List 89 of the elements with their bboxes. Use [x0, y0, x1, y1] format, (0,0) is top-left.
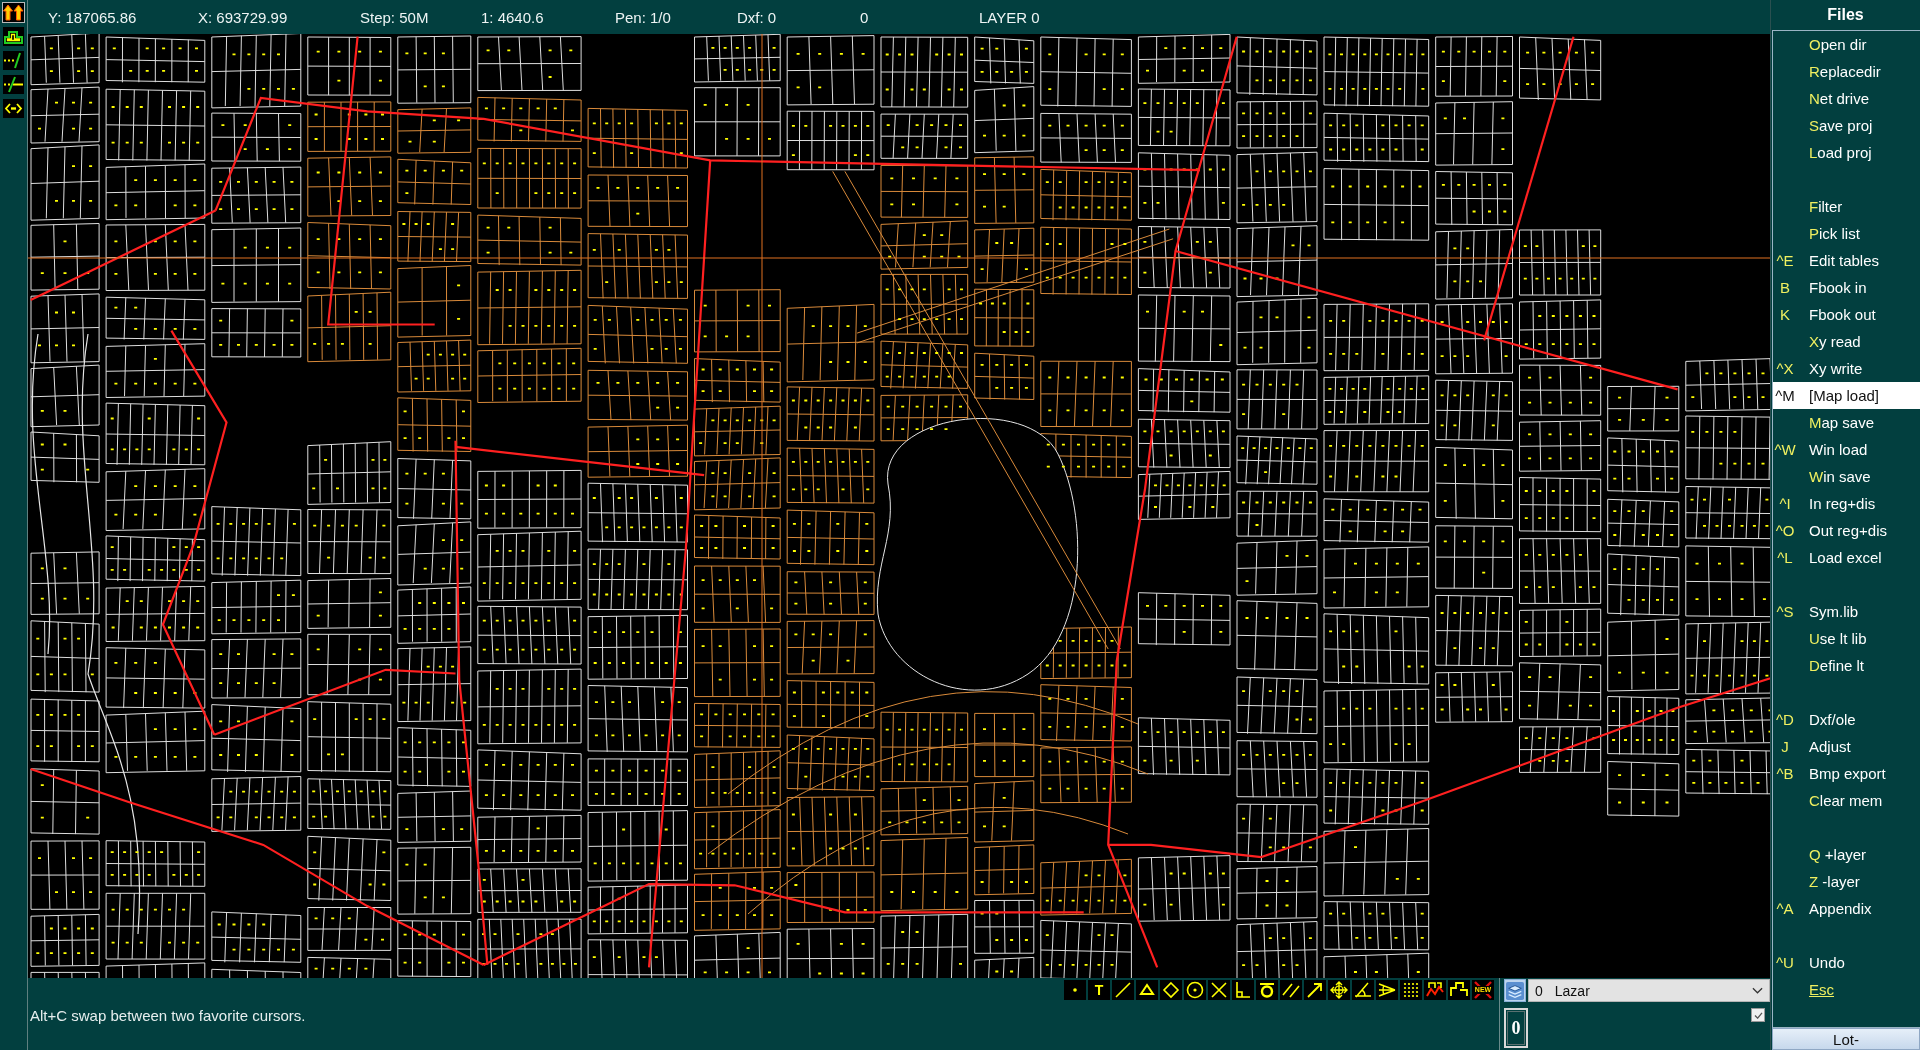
menu-item[interactable]: Clear mem — [1773, 787, 1920, 814]
bracket-icon — [1448, 980, 1470, 1000]
hint-text: Alt+C swap between two favorite cursors. — [29, 1007, 306, 1025]
ring-tool-button[interactable] — [1256, 980, 1278, 1000]
double-up-arrow-icon — [3, 3, 24, 22]
menu-item[interactable]: ^M [Map load] — [1773, 382, 1920, 409]
triangle-tool-button[interactable] — [1136, 980, 1158, 1000]
parallel-tool-button[interactable] — [1280, 980, 1302, 1000]
extend-tool-button[interactable] — [2, 50, 25, 71]
scale-readout: 1: 4640.6 — [481, 8, 544, 26]
lot-button[interactable]: Lot- — [1772, 1028, 1920, 1050]
menu-item[interactable]: Net drive — [1773, 85, 1920, 112]
menu-item[interactable]: Open dir — [1773, 31, 1920, 58]
menu-item[interactable]: Define lt — [1773, 652, 1920, 679]
menu-item[interactable]: Win save — [1773, 463, 1920, 490]
menu-item[interactable]: ^A Appendix — [1773, 895, 1920, 922]
menu-item[interactable]: ^D Dxf/ole — [1773, 706, 1920, 733]
move-tool-button[interactable] — [1328, 980, 1350, 1000]
menu-link[interactable]: Esc — [1773, 976, 1920, 1003]
fan-tool-button[interactable] — [1376, 980, 1398, 1000]
text-tool-button[interactable]: T — [1088, 980, 1110, 1000]
left-right-arrows-icon — [3, 99, 24, 118]
value-readout: 0 — [860, 8, 869, 26]
number-display: 0 — [1504, 1008, 1528, 1048]
bracket-tool-button[interactable] — [1448, 980, 1470, 1000]
dot-grid-icon — [1400, 980, 1422, 1000]
checkmark-icon — [1753, 1011, 1763, 1019]
menu-item[interactable]: ^I In reg+dis — [1773, 490, 1920, 517]
pen-readout: Pen: 1/0 — [615, 8, 671, 26]
angle-icon — [1352, 980, 1374, 1000]
stepped-outline-icon — [3, 27, 24, 46]
arrow-tool-button[interactable] — [1304, 980, 1326, 1000]
move-arrows-icon — [1328, 980, 1350, 1000]
menu-item[interactable]: ^U Undo — [1773, 949, 1920, 976]
zigzag-tool-button[interactable] — [1424, 980, 1446, 1000]
cross-icon — [1208, 980, 1230, 1000]
chevron-down-icon — [1752, 987, 1763, 994]
circle-tool-button[interactable] — [1184, 980, 1206, 1000]
menu-item[interactable]: Save proj — [1773, 112, 1920, 139]
menu-item[interactable]: ^E Edit tables — [1773, 247, 1920, 274]
layer-dropdown[interactable]: 0 Lazar — [1528, 979, 1770, 1002]
line-through-edge-icon — [3, 75, 24, 94]
menu-item[interactable]: ^S Sym.lib — [1773, 598, 1920, 625]
menu-item[interactable]: ^W Win load — [1773, 436, 1920, 463]
up-arrows-button[interactable] — [2, 2, 25, 23]
menu-item[interactable]: K Fbook out — [1773, 301, 1920, 328]
menu-item[interactable]: Q +layer — [1773, 841, 1920, 868]
angle-tool-button[interactable] — [1352, 980, 1374, 1000]
menu-item[interactable]: Replacedir — [1773, 58, 1920, 85]
menu-title: Files — [1826, 5, 1865, 25]
trim-tool-button[interactable] — [2, 74, 25, 95]
dotted-line-to-edge-icon — [3, 51, 24, 70]
layer-readout: LAYER 0 — [979, 8, 1040, 26]
diamond-tool-button[interactable] — [1160, 980, 1182, 1000]
y-coordinate-readout: Y: 187065.86 — [48, 8, 137, 26]
x-coordinate-readout: X: 693729.99 — [198, 8, 288, 26]
menu-item[interactable]: Load proj — [1773, 139, 1920, 166]
outline-tool-button[interactable] — [2, 26, 25, 47]
menu-item[interactable]: Xy read — [1773, 328, 1920, 355]
zigzag-icon — [1424, 980, 1446, 1000]
fan-lines-icon — [1376, 980, 1398, 1000]
diamond-icon — [1160, 980, 1182, 1000]
menu-item[interactable]: J Adjust — [1773, 733, 1920, 760]
step-readout: Step: 50M — [360, 8, 429, 26]
menu-item[interactable]: Use lt lib — [1773, 625, 1920, 652]
menu-item[interactable]: ^X Xy write — [1773, 355, 1920, 382]
right-angle-icon — [1232, 980, 1254, 1000]
line-icon — [1112, 980, 1134, 1000]
circle-dot-icon — [1184, 980, 1206, 1000]
menu-item[interactable]: ^B Bmp export — [1773, 760, 1920, 787]
menu-item[interactable]: Z -layer — [1773, 868, 1920, 895]
menu-item[interactable]: ^L Load excel — [1773, 544, 1920, 571]
ring-with-bar-icon — [1256, 980, 1278, 1000]
point-tool-button[interactable] — [1064, 980, 1086, 1000]
menu-item[interactable]: B Fbook in — [1773, 274, 1920, 301]
layer-button[interactable] — [1504, 979, 1526, 1002]
cross-tool-button[interactable] — [1208, 980, 1230, 1000]
layers-icon — [1506, 981, 1524, 1000]
parallel-lines-icon — [1280, 980, 1302, 1000]
swap-tool-button[interactable] — [2, 98, 25, 119]
menu-item[interactable]: ^O Out reg+dis — [1773, 517, 1920, 544]
menu-item[interactable]: Pick list — [1773, 220, 1920, 247]
dxf-readout: Dxf: 0 — [737, 8, 777, 26]
line-tool-button[interactable] — [1112, 980, 1134, 1000]
grid-tool-button[interactable] — [1400, 980, 1422, 1000]
corner-tool-button[interactable] — [1232, 980, 1254, 1000]
checkbox[interactable] — [1751, 1008, 1765, 1022]
menu-item[interactable]: Filter — [1773, 193, 1920, 220]
menu-item[interactable]: Map save — [1773, 409, 1920, 436]
